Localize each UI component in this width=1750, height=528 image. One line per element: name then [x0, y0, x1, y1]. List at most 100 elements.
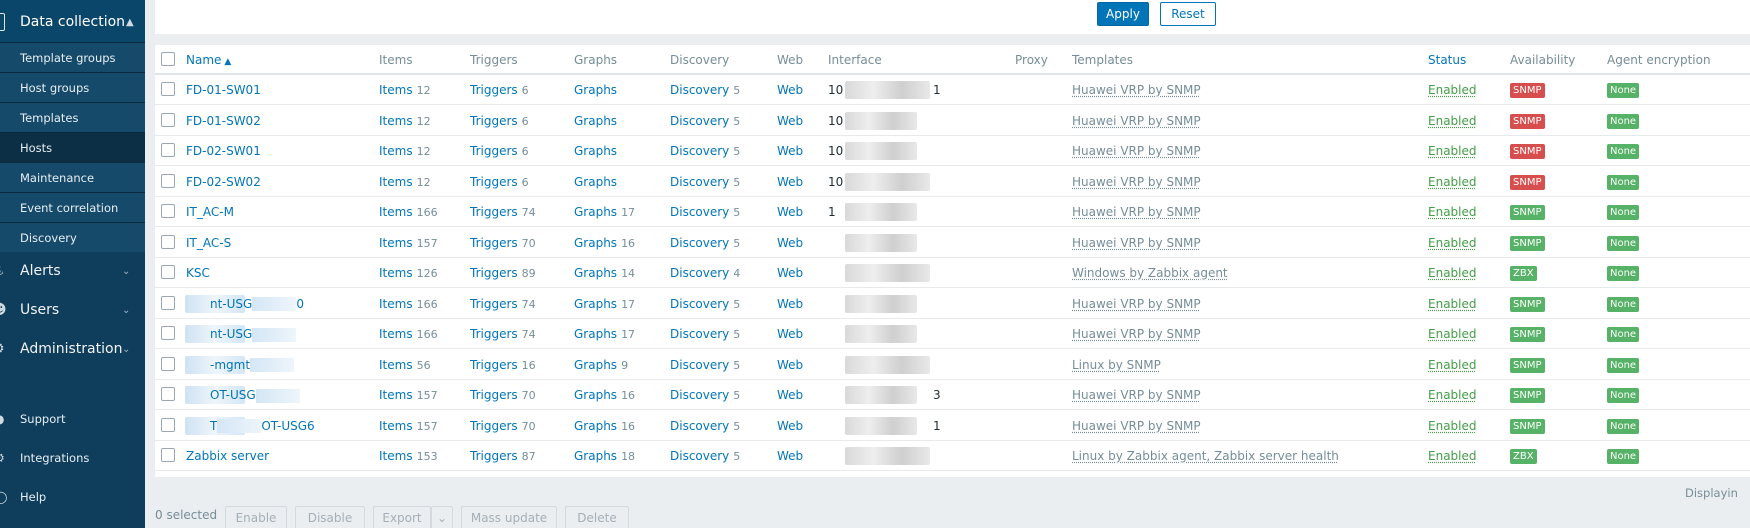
status-toggle[interactable]: Enabled [1428, 419, 1477, 433]
graphs-link[interactable]: Graphs 17 [574, 297, 635, 311]
web-link[interactable]: Web [777, 266, 803, 280]
status-toggle[interactable]: Enabled [1428, 388, 1477, 402]
triggers-link[interactable]: Triggers 70 [470, 236, 536, 250]
row-checkbox[interactable] [161, 295, 175, 310]
template-link[interactable]: Huawei VRP by SNMP [1072, 388, 1201, 402]
status-toggle[interactable]: Enabled [1428, 175, 1477, 189]
row-checkbox[interactable] [161, 356, 175, 371]
triggers-link[interactable]: Triggers 74 [470, 297, 536, 311]
menu-support[interactable]: ● Support [0, 401, 145, 437]
items-link[interactable]: Items 166 [379, 297, 438, 311]
items-link[interactable]: Items 166 [379, 205, 438, 219]
row-checkbox[interactable] [161, 82, 175, 96]
graphs-link[interactable]: Graphs 18 [574, 449, 635, 463]
status-toggle[interactable]: Enabled [1428, 144, 1477, 158]
status-toggle[interactable]: Enabled [1428, 358, 1477, 372]
template-link[interactable]: Linux by Zabbix agent, Zabbix server hea… [1072, 449, 1339, 463]
status-toggle[interactable]: Enabled [1428, 327, 1477, 341]
submenu-discovery[interactable]: Discovery [0, 222, 145, 252]
triggers-link[interactable]: Triggers 6 [470, 83, 529, 97]
graphs-link[interactable]: Graphs 17 [574, 205, 635, 219]
discovery-link[interactable]: Discovery 5 [670, 449, 740, 463]
discovery-link[interactable]: Discovery 5 [670, 175, 740, 189]
host-name-link[interactable]: FD-01-SW02 [186, 114, 261, 128]
web-link[interactable]: Web [777, 236, 803, 250]
row-checkbox[interactable] [161, 417, 175, 432]
host-name-link[interactable]: KSC [186, 266, 210, 280]
items-link[interactable]: Items 157 [379, 236, 438, 250]
menu-alerts[interactable]: ♨ Alerts ⌄ [0, 254, 145, 290]
triggers-link[interactable]: Triggers 89 [470, 266, 536, 280]
export-dropdown-button[interactable]: ⌄ [431, 506, 453, 528]
host-name-link[interactable]: OT-USG [210, 388, 300, 403]
triggers-link[interactable]: Triggers 87 [470, 449, 536, 463]
web-link[interactable]: Web [777, 144, 803, 158]
host-name-link[interactable]: T OT-USG6 [210, 419, 315, 433]
menu-administration[interactable]: ⚙ Administration ⌄ [0, 332, 145, 368]
web-link[interactable]: Web [777, 83, 803, 97]
template-link[interactable]: Windows by Zabbix agent [1072, 266, 1228, 280]
discovery-link[interactable]: Discovery 4 [670, 266, 740, 280]
status-toggle[interactable]: Enabled [1428, 236, 1477, 250]
discovery-link[interactable]: Discovery 5 [670, 297, 740, 311]
triggers-link[interactable]: Triggers 6 [470, 175, 529, 189]
triggers-link[interactable]: Triggers 6 [470, 114, 529, 128]
export-button[interactable]: Export [373, 506, 431, 528]
menu-help[interactable]: ◯ Help [0, 479, 145, 515]
row-checkbox[interactable] [161, 173, 175, 188]
discovery-link[interactable]: Discovery 5 [670, 358, 740, 372]
triggers-link[interactable]: Triggers 70 [470, 388, 536, 402]
web-link[interactable]: Web [777, 297, 803, 311]
web-link[interactable]: Web [777, 449, 803, 463]
web-link[interactable]: Web [777, 358, 803, 372]
graphs-link[interactable]: Graphs [574, 114, 621, 128]
host-name-link[interactable]: nt-USG [210, 327, 297, 342]
host-name-link[interactable]: IT_AC-M [186, 205, 234, 219]
reset-button[interactable]: Reset [1160, 2, 1216, 26]
graphs-link[interactable]: Graphs 16 [574, 236, 635, 250]
row-checkbox[interactable] [161, 448, 175, 462]
triggers-link[interactable]: Triggers 74 [470, 205, 536, 219]
template-link[interactable]: Huawei VRP by SNMP [1072, 144, 1201, 158]
status-toggle[interactable]: Enabled [1428, 297, 1477, 311]
host-name-link[interactable]: FD-02-SW01 [186, 144, 261, 158]
select-all-checkbox[interactable] [161, 52, 175, 66]
template-link[interactable]: Huawei VRP by SNMP [1072, 205, 1201, 219]
web-link[interactable]: Web [777, 419, 803, 433]
status-toggle[interactable]: Enabled [1428, 205, 1477, 219]
graphs-link[interactable]: Graphs [574, 83, 621, 97]
discovery-link[interactable]: Discovery 5 [670, 327, 740, 341]
template-link[interactable]: Huawei VRP by SNMP [1072, 236, 1201, 250]
delete-button[interactable]: Delete [565, 506, 629, 528]
row-checkbox[interactable] [161, 387, 175, 401]
triggers-link[interactable]: Triggers 74 [470, 327, 536, 341]
items-link[interactable]: Items 166 [379, 327, 438, 341]
items-link[interactable]: Items 12 [379, 144, 431, 158]
row-checkbox[interactable] [161, 112, 175, 127]
host-name-link[interactable]: IT_AC-S [186, 236, 231, 250]
items-link[interactable]: Items 157 [379, 388, 438, 402]
row-checkbox[interactable] [161, 265, 175, 279]
items-link[interactable]: Items 157 [379, 419, 438, 433]
template-link[interactable]: Huawei VRP by SNMP [1072, 327, 1201, 341]
graphs-link[interactable]: Graphs 9 [574, 358, 628, 372]
items-link[interactable]: Items 56 [379, 358, 431, 372]
template-link[interactable]: Huawei VRP by SNMP [1072, 83, 1201, 97]
items-link[interactable]: Items 12 [379, 114, 431, 128]
status-toggle[interactable]: Enabled [1428, 449, 1477, 463]
row-checkbox[interactable] [161, 143, 175, 157]
graphs-link[interactable]: Graphs [574, 144, 621, 158]
host-name-link[interactable]: FD-01-SW01 [186, 83, 261, 97]
discovery-link[interactable]: Discovery 5 [670, 114, 740, 128]
submenu-event-correlation[interactable]: Event correlation [0, 192, 145, 222]
graphs-link[interactable]: Graphs [574, 175, 621, 189]
web-link[interactable]: Web [777, 205, 803, 219]
disable-button[interactable]: Disable [295, 506, 365, 528]
triggers-link[interactable]: Triggers 70 [470, 419, 536, 433]
status-toggle[interactable]: Enabled [1428, 114, 1477, 128]
submenu-maintenance[interactable]: Maintenance [0, 162, 145, 192]
submenu-template-groups[interactable]: Template groups [0, 42, 145, 72]
row-checkbox[interactable] [161, 234, 175, 249]
column-status[interactable]: Status [1428, 53, 1466, 67]
graphs-link[interactable]: Graphs 16 [574, 388, 635, 402]
